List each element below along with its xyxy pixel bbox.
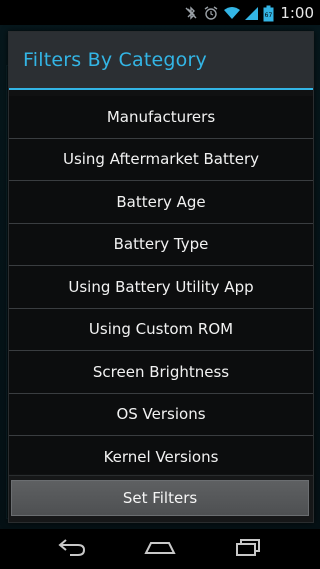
status-bar: 67 1:00 [0,0,320,25]
category-item-screen-brightness[interactable]: Screen Brightness [9,351,313,394]
status-clock: 1:00 [280,3,314,22]
filters-dialog: Filters By Category Manufacturers Using … [8,31,314,523]
battery-label: 67 [265,12,273,19]
back-button[interactable] [52,535,92,563]
status-icons: 67 1:00 [183,2,314,23]
category-item-os-versions[interactable]: OS Versions [9,393,313,436]
category-item-custom-rom[interactable]: Using Custom ROM [9,308,313,351]
dialog-title: Filters By Category [23,49,207,71]
set-filters-button[interactable]: Set Filters [11,480,309,516]
navigation-bar [0,529,320,569]
category-item-battery-utility-app[interactable]: Using Battery Utility App [9,266,313,309]
category-item-aftermarket-battery[interactable]: Using Aftermarket Battery [9,138,313,181]
recent-apps-button[interactable] [228,535,268,563]
home-icon [143,539,177,559]
dialog-header: Filters By Category [9,32,313,88]
recent-apps-icon [233,537,263,561]
dialog-footer: Set Filters [9,475,313,522]
home-button[interactable] [140,535,180,563]
screen: 67 1:00 Filters By Category Manufacturer… [0,0,320,569]
dialog-title-divider [9,88,313,90]
category-item-manufacturers[interactable]: Manufacturers [9,96,313,139]
signal-icon [243,5,259,21]
wifi-icon [223,5,241,21]
category-list: Manufacturers Using Aftermarket Battery … [9,96,313,474]
alarm-icon [203,5,219,21]
category-item-battery-age[interactable]: Battery Age [9,181,313,224]
category-item-battery-type[interactable]: Battery Type [9,223,313,266]
back-icon [56,537,88,561]
category-item-kernel-versions[interactable]: Kernel Versions [9,436,313,474]
battery-icon: 67 [263,5,274,21]
bluetooth-off-icon [183,5,199,21]
